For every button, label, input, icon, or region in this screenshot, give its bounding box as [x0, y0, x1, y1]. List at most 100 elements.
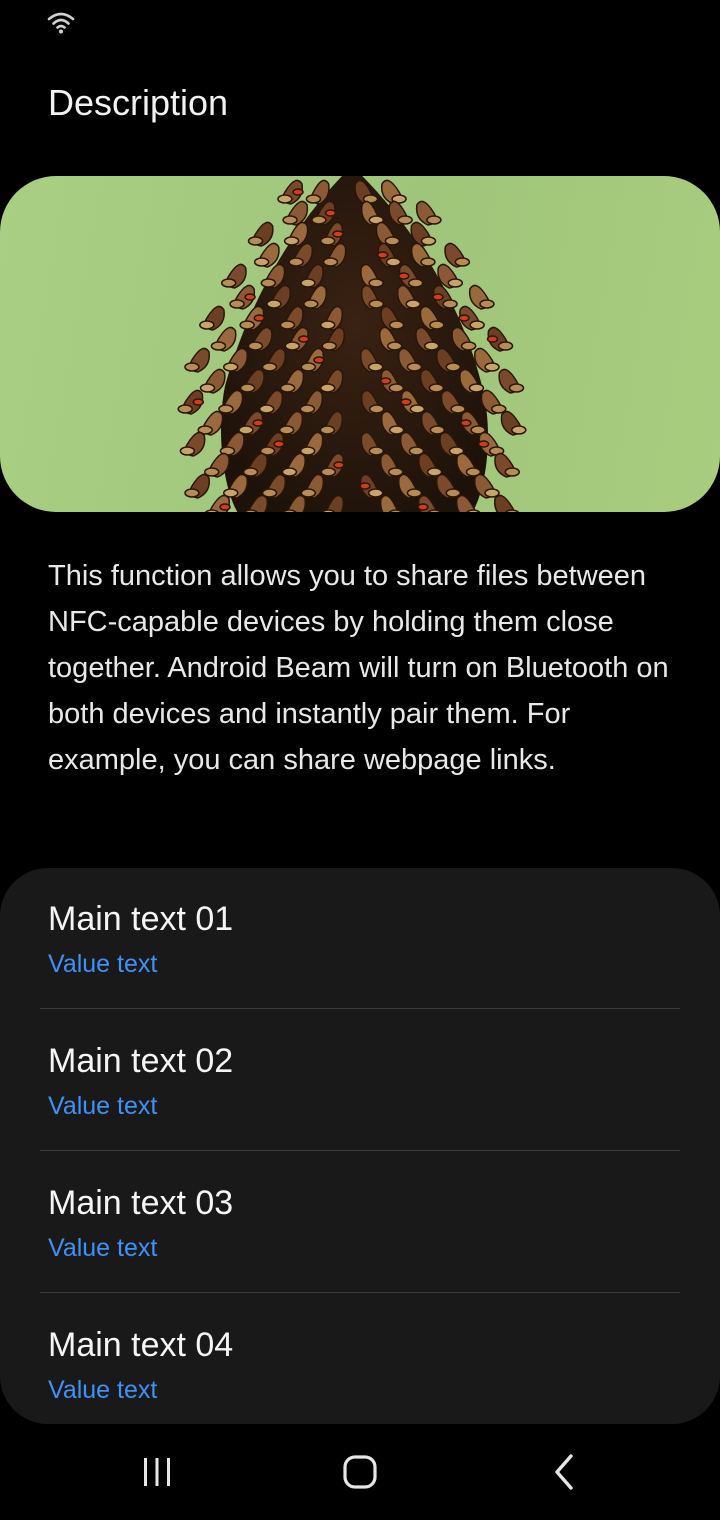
- pinecone-scale-tip: [283, 236, 300, 246]
- home-icon: [343, 1455, 377, 1489]
- pinecone-highlight: [477, 440, 490, 448]
- recents-button[interactable]: [122, 1444, 192, 1500]
- pinecone-highlight: [292, 188, 304, 196]
- pinecone-scale-tip: [447, 278, 464, 288]
- pinecone-highlight: [332, 230, 344, 238]
- pinecone-scale-tip: [239, 320, 255, 330]
- list-item[interactable]: Main text 01 Value text: [0, 868, 720, 1010]
- pinecone-scale-tip: [319, 383, 336, 393]
- pinecone-highlight: [359, 482, 371, 490]
- pinecone-scale-tip: [279, 320, 296, 330]
- list-item[interactable]: Main text 02 Value text: [0, 1010, 720, 1152]
- pinecone-scale-tip: [299, 404, 316, 414]
- pinecone-scale-tip: [281, 467, 298, 477]
- pinecone-scale-tip: [387, 341, 403, 351]
- pinecone-scale-tip: [420, 257, 436, 267]
- pinecone-scale-tip: [243, 509, 258, 512]
- pinecone-scale-tip: [220, 278, 237, 288]
- pinecone-scale-tip: [282, 509, 297, 512]
- pinecone-scale-tip: [423, 341, 440, 351]
- pinecone-highlight: [324, 209, 337, 217]
- pinecone-scale-tip: [445, 362, 462, 372]
- pinecone-scale-tip: [179, 446, 196, 456]
- status-bar: [0, 0, 720, 44]
- pinecone-scale-tip: [305, 194, 322, 204]
- pinecone-highlight: [252, 419, 264, 427]
- pinecone-scale-tip: [204, 509, 220, 512]
- list-item[interactable]: Main text 03 Value text: [0, 1152, 720, 1294]
- pinecone-scale-tip: [388, 383, 405, 393]
- divider: [40, 1008, 680, 1009]
- pinecone-scale-tip: [384, 236, 401, 246]
- back-button[interactable]: [528, 1444, 598, 1500]
- pinecone-highlight: [313, 356, 325, 364]
- pinecone-scale-tip: [199, 383, 216, 393]
- pinecone-scale-tip: [468, 383, 485, 393]
- pinecone-highlight: [486, 335, 499, 343]
- pinecone-highlight: [460, 419, 472, 427]
- pinecone-scale-tip: [388, 509, 403, 512]
- list-item-value-text: Value text: [48, 950, 158, 978]
- pinecone-scale-tip: [406, 362, 423, 372]
- pinecone-scale-tip: [429, 320, 445, 330]
- pinecone-scale-tip: [387, 467, 404, 477]
- pinecone-scale-tip: [405, 299, 421, 309]
- pinecone-scale-tip: [261, 362, 278, 372]
- pinecone-scale-tip: [239, 383, 256, 393]
- pinecone-scale-tip: [504, 509, 520, 512]
- pinecone-scale-tip: [454, 257, 471, 267]
- list-item-value-text: Value text: [48, 1234, 158, 1262]
- home-button[interactable]: [325, 1444, 395, 1500]
- pinecone-highlight: [219, 503, 231, 511]
- description-text: This function allows you to share files …: [48, 560, 669, 776]
- pinecone-scale-tip: [253, 257, 270, 267]
- pinecone-highlight: [400, 398, 412, 406]
- list-item-main-text: Main text 02: [48, 1042, 234, 1080]
- list-item[interactable]: Main text 04 Value text: [0, 1294, 720, 1424]
- pinecone-scale-tip: [388, 425, 405, 435]
- pinecone-highlight: [192, 398, 205, 406]
- pinecone-scale-tip: [300, 488, 317, 498]
- pinecone-scale-tip: [319, 320, 336, 330]
- pinecone-scale-tip: [303, 299, 319, 309]
- pinecone-scale-tip: [368, 404, 385, 414]
- pinecone-highlight: [273, 440, 285, 448]
- pinecone-highlight: [458, 314, 470, 322]
- pinecone-scale-tip: [320, 467, 337, 477]
- pinecone-scale-tip: [184, 362, 200, 372]
- settings-list: Main text 01 Value text Main text 02 Val…: [0, 868, 720, 1424]
- list-item-main-text: Main text 04: [48, 1326, 234, 1364]
- pinecone-scale-tip: [368, 299, 385, 309]
- pinecone-scale-tip: [242, 467, 259, 477]
- pinecone-highlight: [253, 314, 266, 322]
- pinecone-scale-tip: [368, 278, 384, 288]
- pinecone-scale-tip: [409, 404, 426, 414]
- pinecone-scale-tip: [222, 362, 239, 372]
- pinecone-scale-tip: [278, 425, 295, 435]
- pinecone-scale-tip: [247, 236, 264, 246]
- pinecone-scale-tip: [442, 299, 458, 309]
- pinecone-scale-tip: [321, 509, 336, 512]
- pinecone-scale-tip: [367, 362, 384, 372]
- pinecone-scale-tip: [260, 278, 277, 288]
- pinecone-scale-tip: [427, 509, 442, 512]
- navigation-bar: [0, 1424, 720, 1520]
- pinecone-scale-tip: [229, 299, 245, 309]
- pinecone-scale-tip: [319, 425, 336, 435]
- pinecone-scale-tip: [368, 446, 385, 456]
- page-title: Description: [48, 82, 229, 123]
- pinecone-scale-tip: [460, 341, 477, 351]
- pinecone-scale-tip: [322, 257, 339, 267]
- pinecone-scale-tip: [199, 320, 215, 330]
- pinecone-scale-tip: [282, 215, 298, 225]
- pinecone-highlight: [379, 377, 392, 385]
- pinecone-scale-tip: [277, 194, 293, 204]
- pinecone-scale-tip: [311, 215, 327, 225]
- pinecone-scale-tip: [504, 467, 521, 477]
- pinecone-scale-tip: [258, 404, 275, 414]
- pinecone-scale-tip: [406, 488, 423, 498]
- wifi-icon: [47, 12, 75, 34]
- pinecone-highlight: [333, 461, 345, 469]
- pinecone-scale-tip: [479, 299, 495, 309]
- pinecone-scale-tip: [247, 341, 264, 351]
